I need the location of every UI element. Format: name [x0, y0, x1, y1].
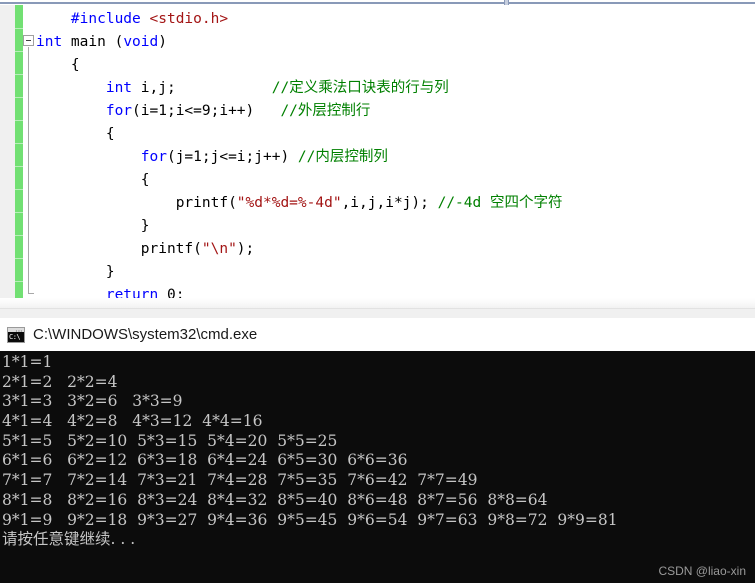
code-text[interactable]: #include <stdio.h> int main (void) { int … — [36, 8, 562, 330]
fold-indent-guide-foot — [28, 293, 34, 294]
code-line: #include <stdio.h> — [36, 8, 562, 31]
code-line: printf("%d*%d=%-4d",i,j,i*j); //-4d 空四个字… — [36, 192, 563, 215]
code-line: printf("\n"); — [36, 238, 562, 261]
editor-bottom-edge — [0, 298, 755, 308]
code-token: "%d*%d=%-4d" — [236, 195, 342, 211]
cmd-icon-glyph: C:\ — [8, 331, 24, 342]
code-token: (j=1;j<=i;j++) — [166, 149, 298, 165]
console-line: 1*1=1 — [2, 353, 68, 371]
console-line: 8*1=8 8*2=16 8*3=24 8*4=32 8*5=40 8*6=48… — [2, 490, 558, 509]
change-bar-segment — [15, 258, 23, 259]
screenshot-root: #include <stdio.h> int main (void) { int … — [0, 0, 755, 583]
code-token: printf( — [175, 195, 237, 211]
change-bar-segment — [15, 189, 23, 190]
code-token: printf( — [140, 241, 202, 257]
code-line: } — [36, 261, 562, 284]
change-bar-segment — [15, 28, 23, 29]
console-line: 7*1=7 7*2=14 7*3=21 7*4=28 7*5=35 7*6=42… — [2, 471, 488, 490]
change-bar-segment — [15, 120, 23, 121]
code-token: main ( — [62, 34, 124, 50]
cmd-exe-icon: ••• C:\ — [7, 326, 25, 343]
code-token: i,j; — [132, 80, 272, 96]
code-line: } — [36, 215, 562, 238]
console-line: 3*1=3 3*2=6 3*3=9 — [2, 392, 198, 411]
cmd-console-output[interactable]: 1*1=1 2*1=2 2*2=4 3*1=3 3*2=6 3*3=9 4*1=… — [0, 351, 755, 583]
change-bar-segment — [15, 143, 23, 144]
code-token: //-4d 空四个字符 — [437, 195, 563, 211]
fold-collapse-icon[interactable] — [23, 35, 34, 46]
change-bar-segment — [15, 281, 23, 282]
change-bar-segment — [15, 235, 23, 236]
code-token: for — [140, 149, 167, 165]
console-line: 6*1=6 6*2=12 6*3=18 6*4=24 6*5=30 6*6=36 — [2, 451, 418, 470]
code-line: { — [36, 169, 562, 192]
code-line: { — [36, 54, 562, 77]
code-token: #include — [70, 11, 150, 27]
code-line: for(i=1;i<=9;i++) //外层控制行 — [36, 100, 562, 123]
code-token: void — [123, 34, 159, 50]
code-token: int — [105, 80, 133, 96]
code-token: } — [105, 264, 115, 280]
code-token: } — [140, 218, 150, 234]
watermark: CSDN @liao-xin — [658, 564, 746, 578]
change-bar-segment — [15, 74, 23, 75]
console-line: 请按任意键继续. . . — [2, 530, 136, 549]
code-token: "\n" — [201, 241, 237, 257]
fold-indent-guide — [28, 47, 29, 293]
console-line: 9*1=9 9*2=18 9*3=27 9*4=36 9*5=45 9*6=54… — [2, 510, 628, 529]
code-line: int main (void) — [36, 31, 562, 54]
console-lines: 1*1=1 2*1=2 2*2=4 3*1=3 3*2=6 3*3=9 4*1=… — [2, 353, 627, 550]
cmd-title-text: C:\WINDOWS\system32\cmd.exe — [33, 326, 258, 343]
tab-divider-rule — [0, 2, 755, 4]
console-line: 4*1=4 4*2=8 4*3=12 4*4=16 — [2, 412, 273, 431]
code-token: //定义乘法口诀表的行与列 — [271, 80, 449, 96]
change-bar-segment — [15, 51, 23, 52]
change-bar-segment — [15, 97, 23, 98]
change-bar-segment — [15, 166, 23, 167]
code-line: for(j=1;j<=i;j++) //内层控制列 — [36, 146, 562, 169]
code-token: int — [36, 34, 63, 50]
code-token: ); — [236, 241, 255, 257]
code-line: int i,j; //定义乘法口诀表的行与列 — [36, 77, 562, 100]
editor-gutter[interactable] — [0, 5, 15, 308]
console-line: 5*1=5 5*2=10 5*3=15 5*4=20 5*5=25 — [2, 431, 348, 450]
code-token: //外层控制行 — [280, 103, 371, 119]
code-token: ,i,j,i*j); — [341, 195, 438, 211]
code-line: { — [36, 123, 562, 146]
editor-change-bar — [15, 5, 23, 308]
pane-splitter[interactable] — [0, 308, 755, 318]
code-editor-pane[interactable]: #include <stdio.h> int main (void) { int … — [0, 5, 755, 326]
code-token: (i=1;i<=9;i++) — [132, 103, 281, 119]
console-line: 2*1=2 2*2=4 — [2, 372, 133, 391]
code-token: { — [70, 57, 80, 73]
code-token: { — [140, 172, 150, 188]
cmd-window: ••• C:\ C:\WINDOWS\system32\cmd.exe 1*1=… — [0, 318, 755, 583]
code-token: ) — [158, 34, 167, 50]
code-token: for — [105, 103, 133, 119]
code-token: //内层控制列 — [297, 149, 388, 165]
change-bar-segment — [15, 212, 23, 213]
code-token: { — [105, 126, 115, 142]
cmd-titlebar[interactable]: ••• C:\ C:\WINDOWS\system32\cmd.exe — [0, 318, 755, 351]
code-token: <stdio.h> — [149, 11, 229, 27]
